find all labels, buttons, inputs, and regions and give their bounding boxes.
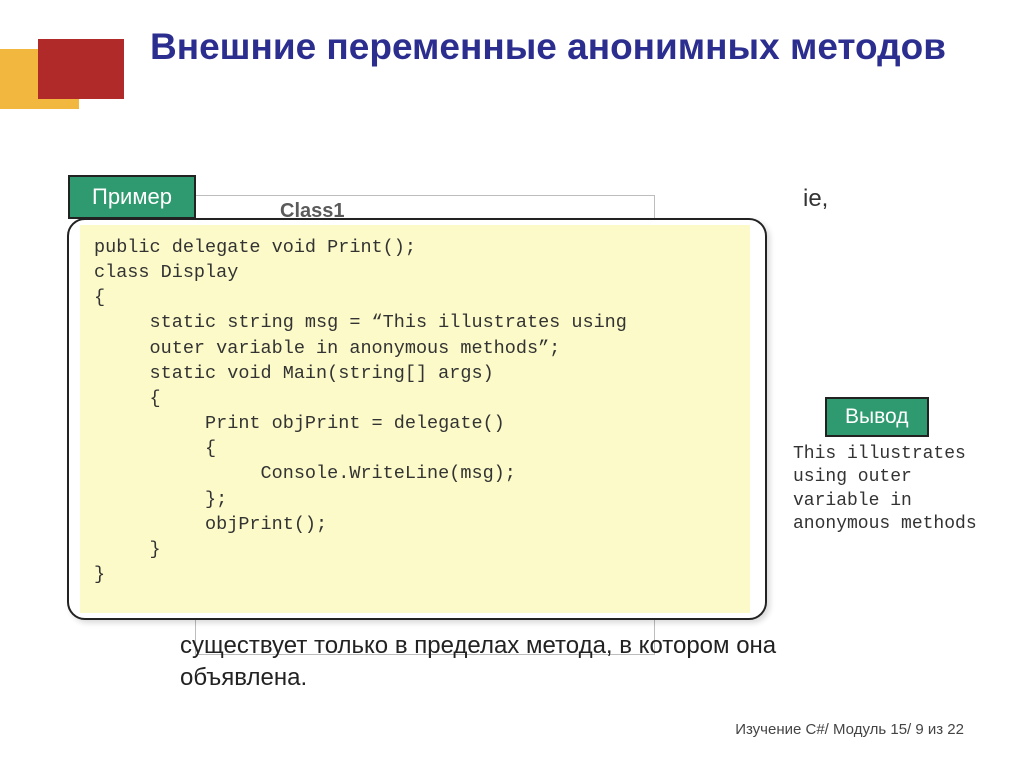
code-block: public delegate void Print(); class Disp… <box>80 225 750 613</box>
output-badge: Вывод <box>825 397 929 437</box>
example-badge: Пример <box>68 175 196 219</box>
output-text: This illustrates using outer variable in… <box>793 443 983 537</box>
accent-block-red <box>38 39 124 99</box>
slide-title: Внешние переменные анонимных методов <box>150 24 960 70</box>
background-bottom-paragraph: существует только в пределах метода, в к… <box>180 630 880 695</box>
slide-footer: Изучение C#/ Модуль 15/ 9 из 22 <box>735 721 964 738</box>
background-text-fragment-right: іе, <box>803 185 828 213</box>
